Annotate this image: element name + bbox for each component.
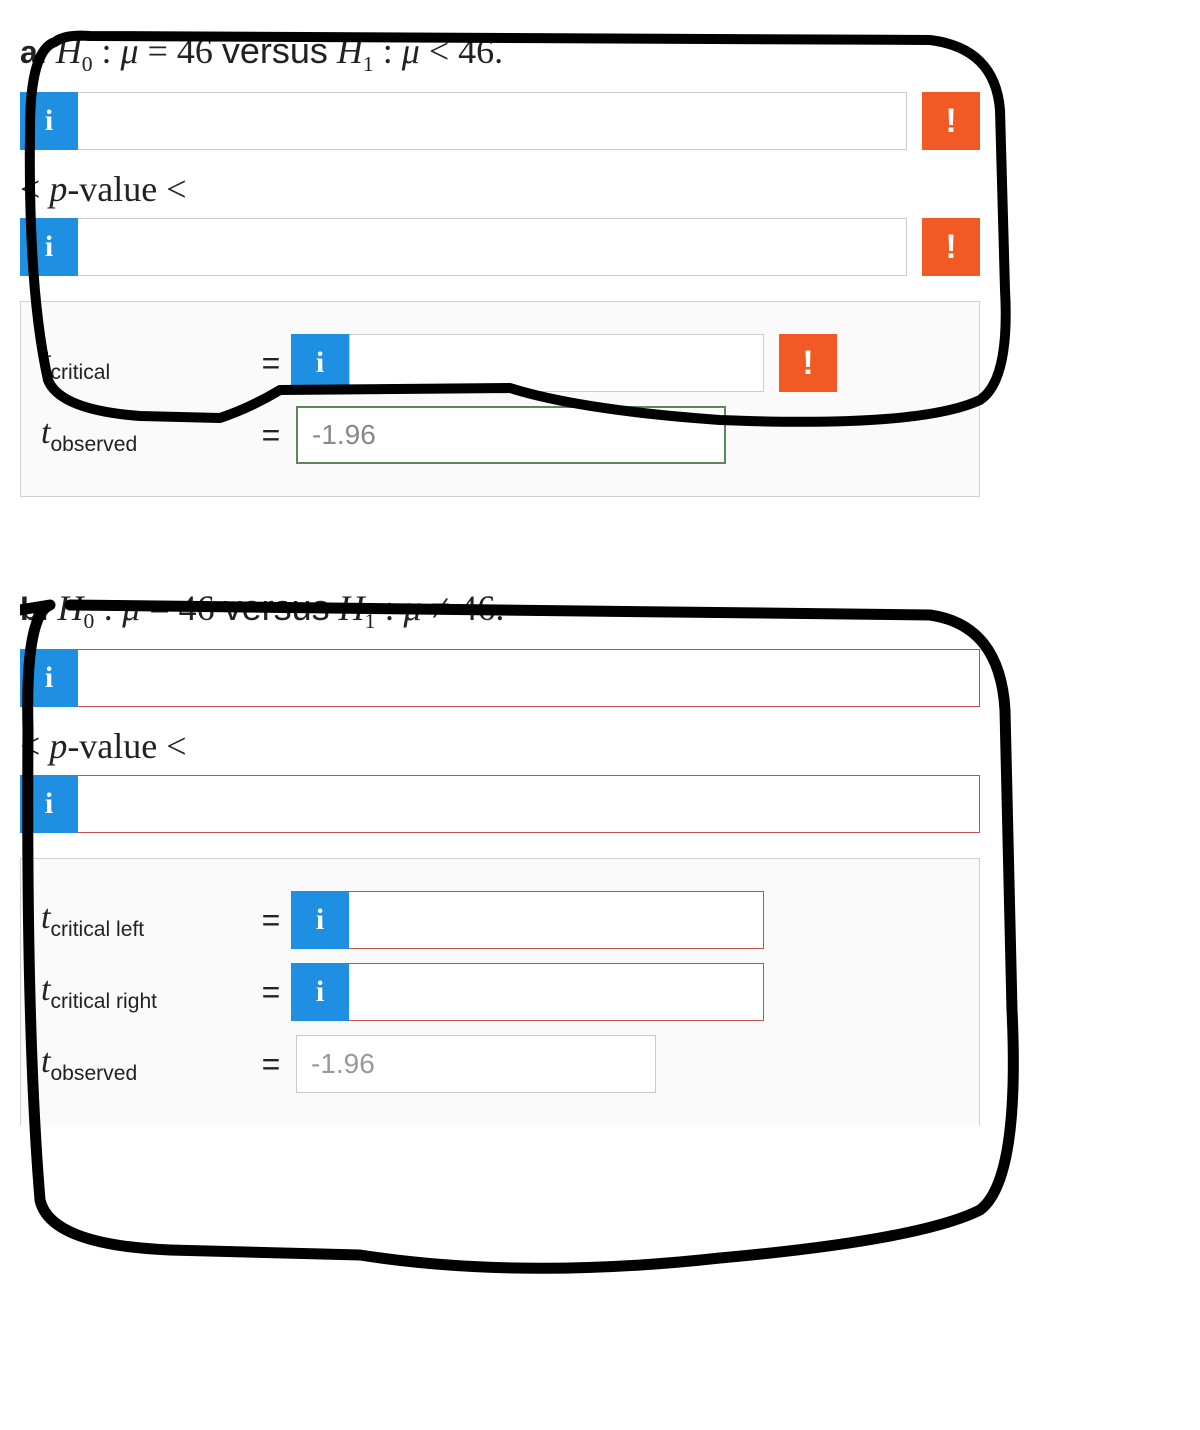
alert-button-tcrit-a[interactable]: ! <box>779 334 837 392</box>
equals-sign: = <box>251 1046 291 1083</box>
equals-sign: = <box>251 417 291 454</box>
tobserved-input-a[interactable] <box>296 406 726 464</box>
info-button-a2[interactable]: i <box>20 218 78 276</box>
hypothesis-a: a. H0 : μ = 46 versus H1 : μ < 46. <box>20 30 980 77</box>
info-button-a1[interactable]: i <box>20 92 78 150</box>
tcritical-label-a: tcritical <box>41 342 251 385</box>
info-button-tcrit-a[interactable]: i <box>291 334 349 392</box>
equals-sign: = <box>251 345 291 382</box>
pvalue-lower-a[interactable] <box>78 92 907 150</box>
pvalue-upper-b[interactable] <box>78 775 980 833</box>
pvalue-upper-a[interactable] <box>78 218 907 276</box>
pvalue-label-a: < p-value < <box>20 168 980 210</box>
pvalue-lower-b[interactable] <box>78 649 980 707</box>
results-box-a: tcritical = i ! tobserved = <box>20 301 980 497</box>
tcritical-left-label: tcritical left <box>41 899 251 942</box>
results-box-b: tcritical left = i tcritical right = i <box>20 858 980 1125</box>
tcritical-right-input-b[interactable] <box>349 963 764 1021</box>
tcritical-left-input-b[interactable] <box>349 891 764 949</box>
tcritical-right-label: tcritical right <box>41 971 251 1014</box>
tcritical-input-a[interactable] <box>349 334 764 392</box>
tobserved-input-b[interactable] <box>296 1035 656 1093</box>
info-button-b2[interactable]: i <box>20 775 78 833</box>
alert-button-a1[interactable]: ! <box>922 92 980 150</box>
tobserved-label-b: tobserved <box>41 1043 251 1086</box>
tobserved-label-a: tobserved <box>41 414 251 457</box>
equals-sign: = <box>251 902 291 939</box>
alert-button-a2[interactable]: ! <box>922 218 980 276</box>
info-button-tcritleft-b[interactable]: i <box>291 891 349 949</box>
info-button-b1[interactable]: i <box>20 649 78 707</box>
info-button-tcritright-b[interactable]: i <box>291 963 349 1021</box>
equals-sign: = <box>251 974 291 1011</box>
pvalue-label-b: < p-value < <box>20 725 980 767</box>
hypothesis-b: b. H0 : μ = 46 versus H1 : μ ≠ 46. <box>20 587 980 634</box>
